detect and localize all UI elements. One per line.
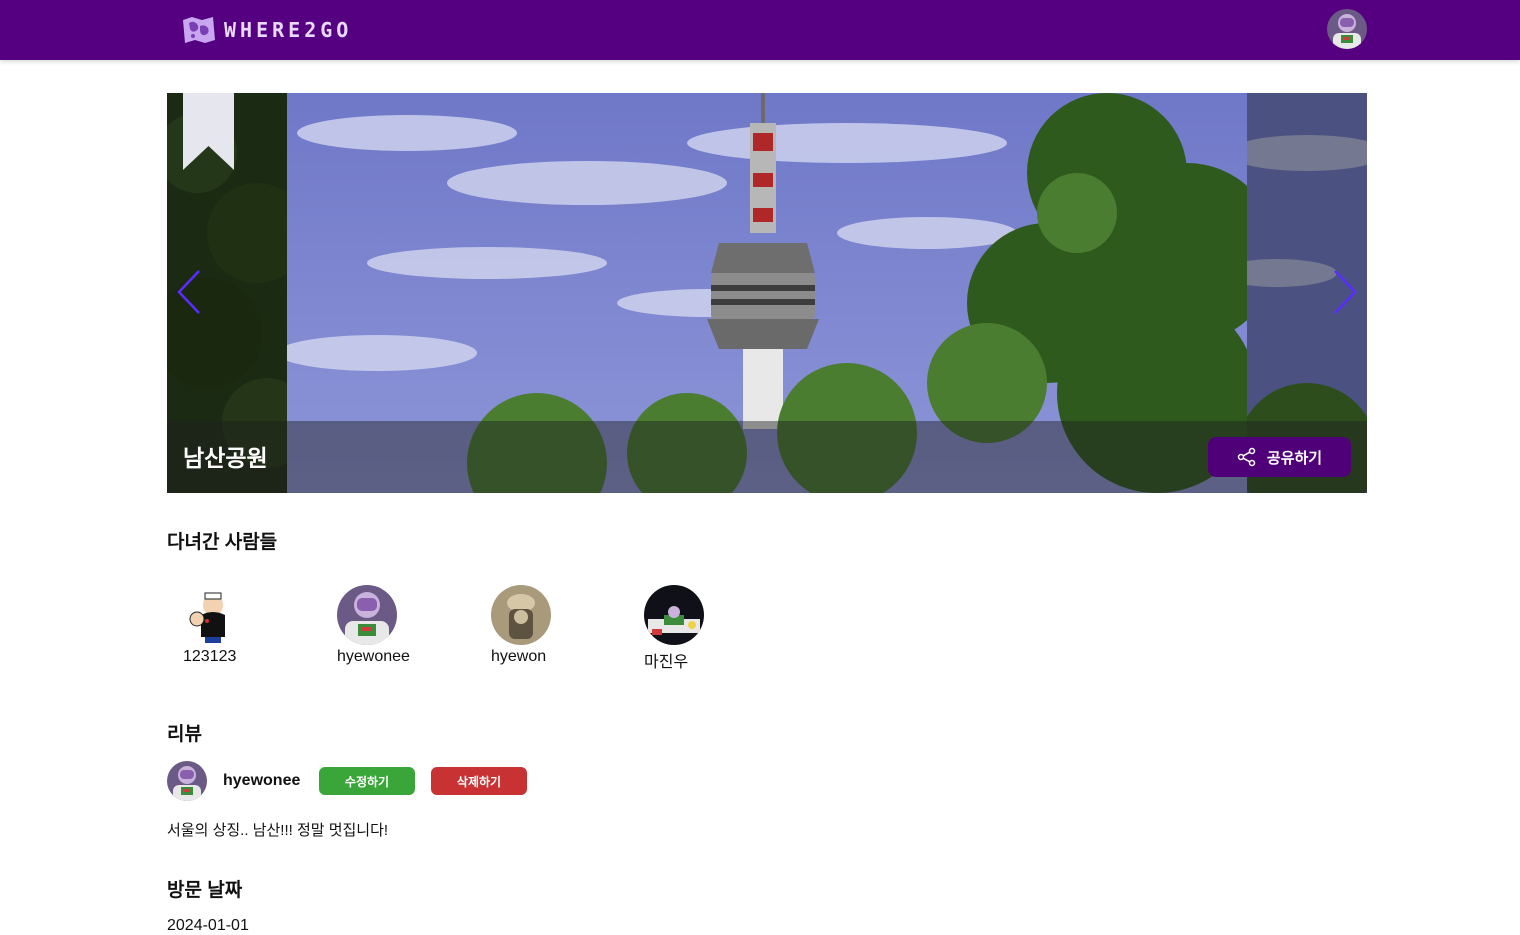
top-navigation-bar: WHERE2GO [0,0,1520,60]
visitors-list: 123123 hyewonee hyewon 마진우 [167,585,867,675]
share-button-label: 공유하기 [1266,449,1323,467]
delete-review-button[interactable]: 삭제하기 [431,767,527,795]
share-button[interactable]: 공유하기 [1208,437,1351,477]
visitor-name: 마진우 [644,654,689,671]
review-section-title: 리뷰 [167,724,202,745]
logo[interactable]: WHERE2GO [180,12,352,48]
edit-review-button[interactable]: 수정하기 [319,767,415,795]
visitor-item[interactable]: 마진우 [644,585,704,671]
visit-date-section-title: 방문 날짜 [167,880,243,901]
visitor-item[interactable]: hyewonee [337,585,410,665]
logo-text: WHERE2GO [224,18,353,42]
bookmark-icon[interactable] [183,93,234,170]
profile-avatar[interactable] [1327,9,1367,49]
chevron-left-icon[interactable] [175,269,205,315]
buzz-night-avatar [644,585,704,645]
world-map-icon [183,17,215,43]
visitor-item[interactable]: hyewon [491,585,551,665]
image-caption-bar: 남산공원 공유하기 [167,421,1367,493]
visitors-section-title: 다녀간 사람들 [167,532,278,553]
visit-date-value: 2024-01-01 [167,917,249,934]
place-name: 남산공원 [183,445,268,471]
popeye-avatar [183,585,243,645]
buzz-lightyear-avatar-image [1327,9,1367,49]
share-icon [1237,447,1256,467]
chevron-right-icon[interactable] [1329,269,1359,315]
review-text: 서울의 상징.. 남산!!! 정말 멋집니다! [167,822,389,839]
buzz-lightyear-avatar [337,585,397,645]
visitor-name: 123123 [183,648,237,665]
review-author-avatar[interactable] [167,761,207,801]
visitor-item[interactable]: 123123 [183,585,243,665]
review-header: hyewonee 수정하기 삭제하기 [167,761,667,801]
photo-avatar [491,585,551,645]
place-image-carousel[interactable]: 남산공원 공유하기 [167,93,1367,493]
visitor-name: hyewonee [337,648,410,665]
visitor-name: hyewon [491,648,547,665]
review-author-name: hyewonee [223,772,301,789]
